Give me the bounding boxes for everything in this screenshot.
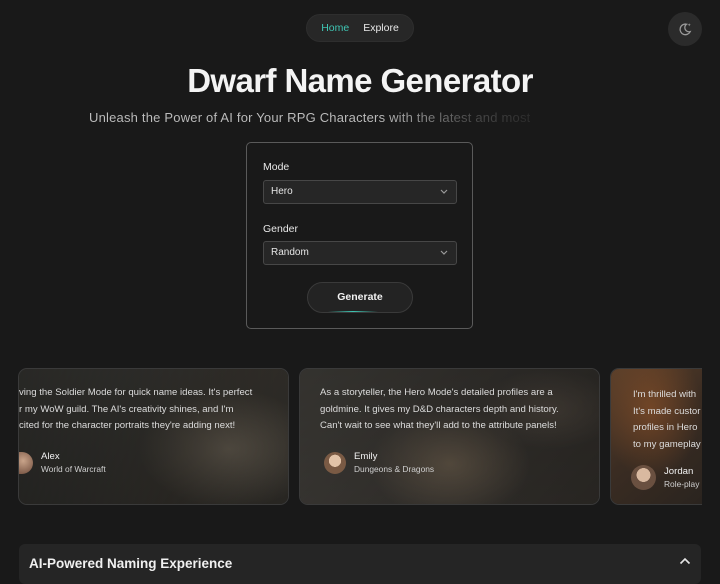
accordion-item[interactable]: AI-Powered Naming Experience bbox=[19, 544, 701, 584]
testimonial-quote: I'm thrilled with It's made custor profi… bbox=[633, 389, 701, 450]
top-nav: Home Explore bbox=[306, 14, 414, 42]
accordion-title: AI-Powered Naming Experience bbox=[29, 556, 233, 571]
avatar bbox=[19, 451, 33, 474]
author-game: Dungeons & Dragons bbox=[354, 464, 435, 474]
author-game: Role-play bbox=[664, 479, 700, 489]
testimonial-quote: ving the Soldier Mode for quick name ide… bbox=[19, 387, 253, 431]
nav-home-link[interactable]: Home bbox=[321, 22, 349, 34]
author-name: Jordan bbox=[664, 466, 694, 477]
page-title: Dwarf Name Generator bbox=[187, 62, 533, 99]
mode-select-value: Hero bbox=[271, 186, 293, 197]
chevron-up-icon[interactable] bbox=[679, 557, 691, 565]
author-name: Alex bbox=[41, 451, 60, 462]
author-game: World of Warcraft bbox=[41, 464, 106, 474]
generator-form: Mode Hero Gender Random Generate bbox=[246, 142, 473, 329]
testimonial-card: As a storyteller, the Hero Mode's detail… bbox=[299, 368, 600, 505]
testimonial-card: I'm thrilled with It's made custor profi… bbox=[610, 368, 702, 505]
testimonial-quote: As a storyteller, the Hero Mode's detail… bbox=[320, 387, 559, 431]
testimonial-author: Emily Dungeons & Dragons bbox=[324, 451, 434, 474]
generate-button[interactable]: Generate bbox=[307, 282, 413, 313]
gender-label: Gender bbox=[263, 223, 299, 235]
gender-select[interactable]: Random bbox=[263, 241, 457, 265]
avatar bbox=[631, 465, 656, 490]
testimonial-author: Jordan Role-play bbox=[631, 465, 699, 490]
nav-explore-link[interactable]: Explore bbox=[363, 22, 399, 34]
page-subtitle: Unleash the Power of AI for Your RPG Cha… bbox=[89, 110, 531, 125]
chevron-down-icon bbox=[440, 189, 448, 194]
chevron-down-icon bbox=[440, 250, 448, 255]
author-name: Emily bbox=[354, 451, 378, 462]
mode-select[interactable]: Hero bbox=[263, 180, 457, 204]
mode-label: Mode bbox=[263, 161, 290, 173]
testimonial-card: ving the Soldier Mode for quick name ide… bbox=[18, 368, 289, 505]
gender-select-value: Random bbox=[271, 247, 309, 258]
theme-toggle-button[interactable] bbox=[668, 12, 702, 46]
avatar bbox=[324, 451, 346, 474]
moon-sparkle-icon bbox=[679, 23, 692, 36]
testimonial-author: Alex World of Warcraft bbox=[19, 451, 106, 474]
